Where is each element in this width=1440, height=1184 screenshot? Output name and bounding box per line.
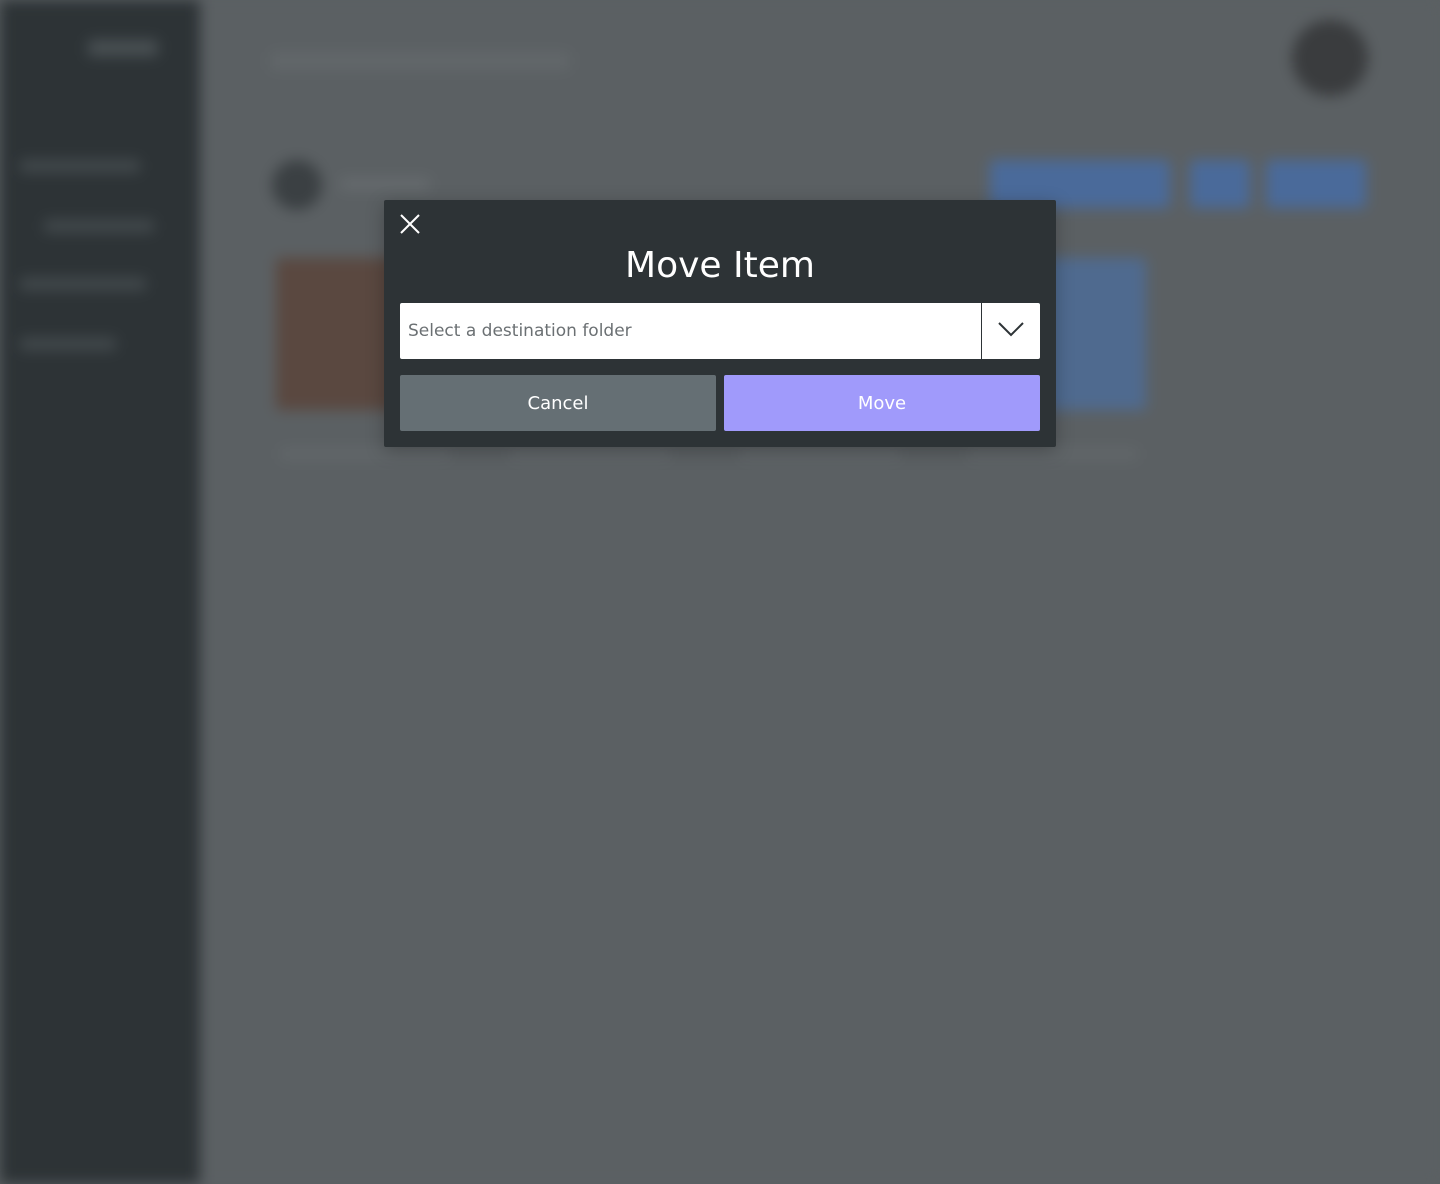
card-caption <box>280 448 450 460</box>
move-button[interactable]: Move <box>724 375 1040 431</box>
logo <box>88 40 158 56</box>
sidebar-item <box>20 160 140 172</box>
close-button[interactable] <box>398 212 422 236</box>
card-caption <box>510 448 670 460</box>
header-title <box>270 52 570 70</box>
toolbar-button <box>1190 160 1250 208</box>
sidebar-item <box>20 278 146 290</box>
breadcrumb <box>340 178 430 190</box>
toolbar-button <box>1266 160 1366 208</box>
sidebar-item <box>20 338 116 350</box>
move-item-dialog: Move Item Select a destination folder Ca… <box>384 200 1056 447</box>
avatar <box>1292 20 1368 96</box>
dropdown-toggle[interactable] <box>981 303 1040 359</box>
sidebar-item <box>44 220 154 232</box>
card-caption <box>740 448 900 460</box>
cancel-button[interactable]: Cancel <box>400 375 716 431</box>
destination-folder-placeholder: Select a destination folder <box>408 321 632 341</box>
background-app <box>0 0 1440 1184</box>
folder-icon <box>272 160 322 210</box>
sidebar <box>0 0 200 1184</box>
card-caption <box>968 448 1138 460</box>
chevron-down-icon <box>997 321 1025 341</box>
close-icon <box>398 212 422 236</box>
dialog-title: Move Item <box>625 245 815 286</box>
destination-folder-select[interactable]: Select a destination folder <box>400 303 1040 359</box>
